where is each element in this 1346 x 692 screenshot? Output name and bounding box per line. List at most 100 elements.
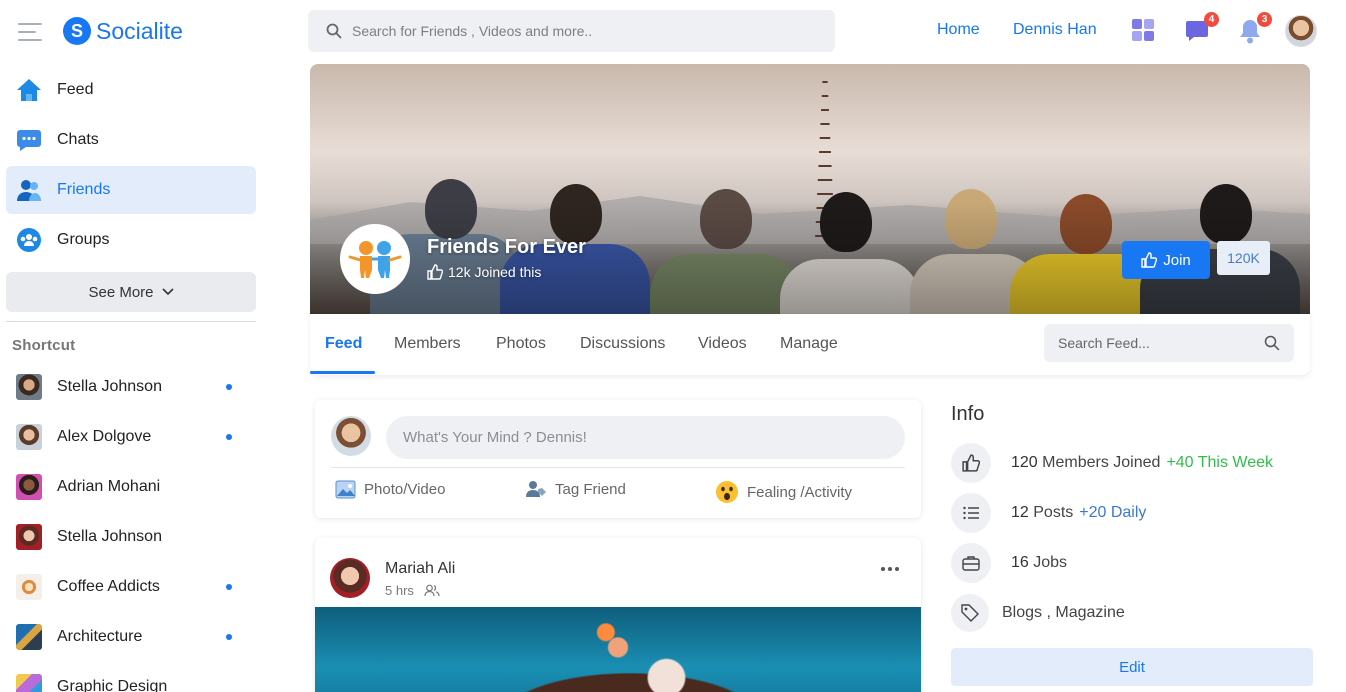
home-icon [16, 77, 42, 103]
logo[interactable]: S Socialite [63, 17, 183, 45]
members-label: Members Joined [1042, 454, 1161, 471]
friends-icon [16, 177, 42, 203]
group-cover: Friends For Ever 12k Joined this Join 12… [310, 64, 1310, 314]
online-indicator [226, 434, 232, 440]
sidebar-item-label: Chats [57, 131, 99, 148]
tab-videos[interactable]: Videos [698, 335, 747, 353]
shortcut-item[interactable]: Graphic Design [16, 672, 246, 692]
info-posts: 12 Posts +20 Daily [951, 493, 1146, 533]
join-button[interactable]: Join [1122, 241, 1210, 279]
tab-photos[interactable]: Photos [496, 335, 546, 353]
post-image[interactable] [315, 607, 921, 692]
shortcut-item[interactable]: Stella Johnson [16, 522, 246, 552]
search-icon [326, 23, 342, 39]
edit-info-button[interactable]: Edit [951, 648, 1313, 686]
sidebar-item-groups[interactable]: Groups [6, 216, 256, 264]
global-search[interactable] [308, 10, 835, 52]
tab-manage[interactable]: Manage [780, 335, 838, 353]
shortcut-item[interactable]: Coffee Addicts [16, 572, 246, 602]
app-root: S Socialite Home Dennis Han 4 3 Feed Cha… [0, 0, 1346, 692]
active-tab-indicator [310, 371, 375, 374]
group-avatar [340, 224, 410, 294]
tags-label: Blogs , Magazine [1002, 604, 1125, 621]
composer-divider [331, 467, 905, 468]
shortcut-label: Stella Johnson [57, 378, 162, 395]
feed-search[interactable] [1044, 324, 1294, 362]
tab-discussions[interactable]: Discussions [580, 335, 665, 353]
friends-mascot-icon [348, 241, 402, 278]
shortcut-avatar [16, 524, 42, 550]
tab-feed[interactable]: Feed [325, 335, 362, 353]
list-icon [951, 493, 991, 533]
nav-profile[interactable]: Dennis Han [1013, 21, 1097, 39]
info-tags: Blogs , Magazine [951, 594, 1125, 632]
photo-video-label: Photo/Video [364, 481, 446, 498]
shortcut-item[interactable]: Alex Dolgove [16, 422, 246, 452]
shortcut-item[interactable]: Stella Johnson [16, 372, 246, 402]
shortcut-label: Graphic Design [57, 678, 168, 692]
groups-icon [16, 227, 42, 253]
post-composer: Photo/Video Tag Friend Fealing /Activity [315, 400, 921, 518]
shortcut-label: Adrian Mohani [57, 478, 161, 495]
post-author-avatar[interactable] [330, 558, 370, 598]
tag-friend-icon [525, 480, 547, 498]
photo-video-button[interactable]: Photo/Video [335, 480, 445, 499]
user-avatar[interactable] [1285, 15, 1317, 47]
post-meta: 5 hrs [385, 583, 440, 598]
chat-icon [16, 127, 42, 153]
sidebar-item-chats[interactable]: Chats [6, 116, 256, 164]
notifications-icon[interactable]: 3 [1238, 12, 1272, 44]
posts-delta: +20 Daily [1079, 504, 1147, 521]
menu-icon[interactable] [18, 23, 42, 47]
emoji-icon [715, 480, 739, 504]
shortcut-avatar [16, 674, 42, 692]
tab-members[interactable]: Members [394, 335, 461, 353]
shortcut-avatar [16, 424, 42, 450]
group-joined-count: 12k Joined this [427, 264, 541, 280]
sidebar-item-label: Feed [57, 81, 94, 98]
sidebar-item-feed[interactable]: Feed [6, 66, 256, 114]
sidebar-divider [6, 321, 256, 322]
group-tabs: Feed Members Photos Discussions Videos M… [310, 314, 1310, 375]
shortcut-item[interactable]: Architecture [16, 622, 246, 652]
composer-input[interactable] [386, 416, 905, 459]
post-card: Mariah Ali 5 hrs [315, 538, 921, 692]
post-time: 5 hrs [385, 583, 414, 598]
info-jobs: 16 Jobs [951, 543, 1067, 583]
thumbs-up-icon [1141, 252, 1158, 268]
group-joined-label: 12k Joined this [448, 264, 542, 280]
sidebar-item-label: Friends [57, 181, 111, 198]
briefcase-icon [951, 543, 991, 583]
feed-search-input[interactable] [1058, 335, 1248, 351]
friends-audience-icon [424, 584, 440, 597]
feeling-activity-button[interactable]: Fealing /Activity [715, 480, 852, 504]
tag-icon [951, 594, 989, 632]
search-icon[interactable] [1264, 335, 1280, 351]
jobs-label: Jobs [1033, 554, 1068, 571]
members-delta: +40 This Week [1166, 454, 1274, 471]
search-input[interactable] [352, 23, 812, 39]
online-indicator [226, 634, 232, 640]
nav-home[interactable]: Home [937, 21, 980, 39]
feeling-activity-label: Fealing /Activity [747, 483, 853, 501]
thumbs-up-icon [427, 264, 443, 280]
online-indicator [226, 584, 232, 590]
shortcut-avatar [16, 574, 42, 600]
jobs-count: 16 [1011, 554, 1029, 571]
sidebar-item-friends[interactable]: Friends [6, 166, 256, 214]
join-label: Join [1163, 251, 1191, 269]
post-more-icon[interactable] [881, 567, 902, 571]
logo-mark: S [63, 17, 91, 45]
messages-badge: 4 [1204, 12, 1219, 27]
shortcut-item[interactable]: Adrian Mohani [16, 472, 246, 502]
shortcut-label: Architecture [57, 628, 143, 645]
see-more-button[interactable]: See More [6, 272, 256, 312]
messages-icon[interactable]: 4 [1185, 12, 1219, 44]
shortcut-title: Shortcut [12, 337, 76, 354]
tag-friend-label: Tag Friend [555, 480, 626, 498]
shortcut-label: Coffee Addicts [57, 578, 160, 595]
composer-avatar [331, 416, 371, 456]
post-author-name[interactable]: Mariah Ali [385, 560, 455, 578]
apps-grid-icon[interactable] [1131, 18, 1157, 44]
tag-friend-button[interactable]: Tag Friend [525, 480, 626, 498]
